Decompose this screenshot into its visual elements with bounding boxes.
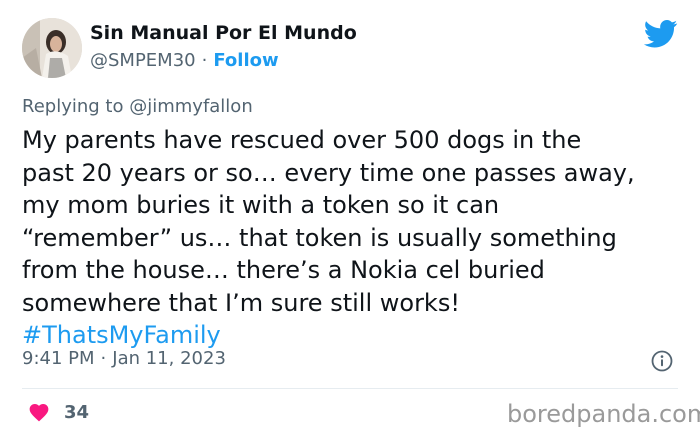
tweet-text: My parents have rescued over 500 dogs in…: [22, 124, 682, 352]
reply-prefix: Replying to: [22, 96, 124, 117]
author-name[interactable]: Sin Manual Por El Mundo: [90, 22, 357, 44]
meta-separator: ·: [201, 50, 208, 71]
reply-context: Replying to @jimmyfallon: [22, 96, 253, 117]
tweet-card: Sin Manual Por El Mundo @SMPEM30 · Follow …: [0, 0, 700, 441]
twitter-bird-icon[interactable]: [644, 20, 678, 48]
tweet-text-line: from the house… there’s a Nokia cel buri…: [22, 256, 545, 284]
timestamp-separator: ·: [100, 348, 107, 369]
reply-handle[interactable]: @jimmyfallon: [129, 96, 253, 117]
tweet-text-line: past 20 years or so… every time one pass…: [22, 158, 635, 187]
heart-icon[interactable]: [28, 402, 50, 422]
tweet-text-line: My parents have rescued over 500 dogs in…: [22, 126, 582, 154]
follow-button[interactable]: Follow: [213, 50, 278, 71]
avatar[interactable]: [22, 18, 82, 78]
watermark: boredpanda.com: [507, 400, 700, 428]
info-icon[interactable]: [651, 350, 673, 372]
tweet-timestamp[interactable]: 9:41 PM · Jan 11, 2023: [22, 348, 226, 369]
hashtag-link[interactable]: #ThatsMyFamily: [22, 319, 682, 352]
divider: [22, 388, 678, 389]
author-meta: @SMPEM30 · Follow: [90, 50, 279, 71]
tweet-date: Jan 11, 2023: [112, 348, 226, 369]
tweet-time: 9:41 PM: [22, 348, 95, 369]
tweet-text-line: somewhere that I’m sure still works!: [22, 288, 460, 317]
tweet-text-line: my mom buries it with a token so it can: [22, 191, 500, 219]
avatar-photo: [22, 18, 82, 78]
like-count: 34: [64, 402, 90, 423]
tweet-text-line: “remember” us… that token is usually som…: [22, 223, 617, 252]
author-handle[interactable]: @SMPEM30: [90, 50, 196, 71]
